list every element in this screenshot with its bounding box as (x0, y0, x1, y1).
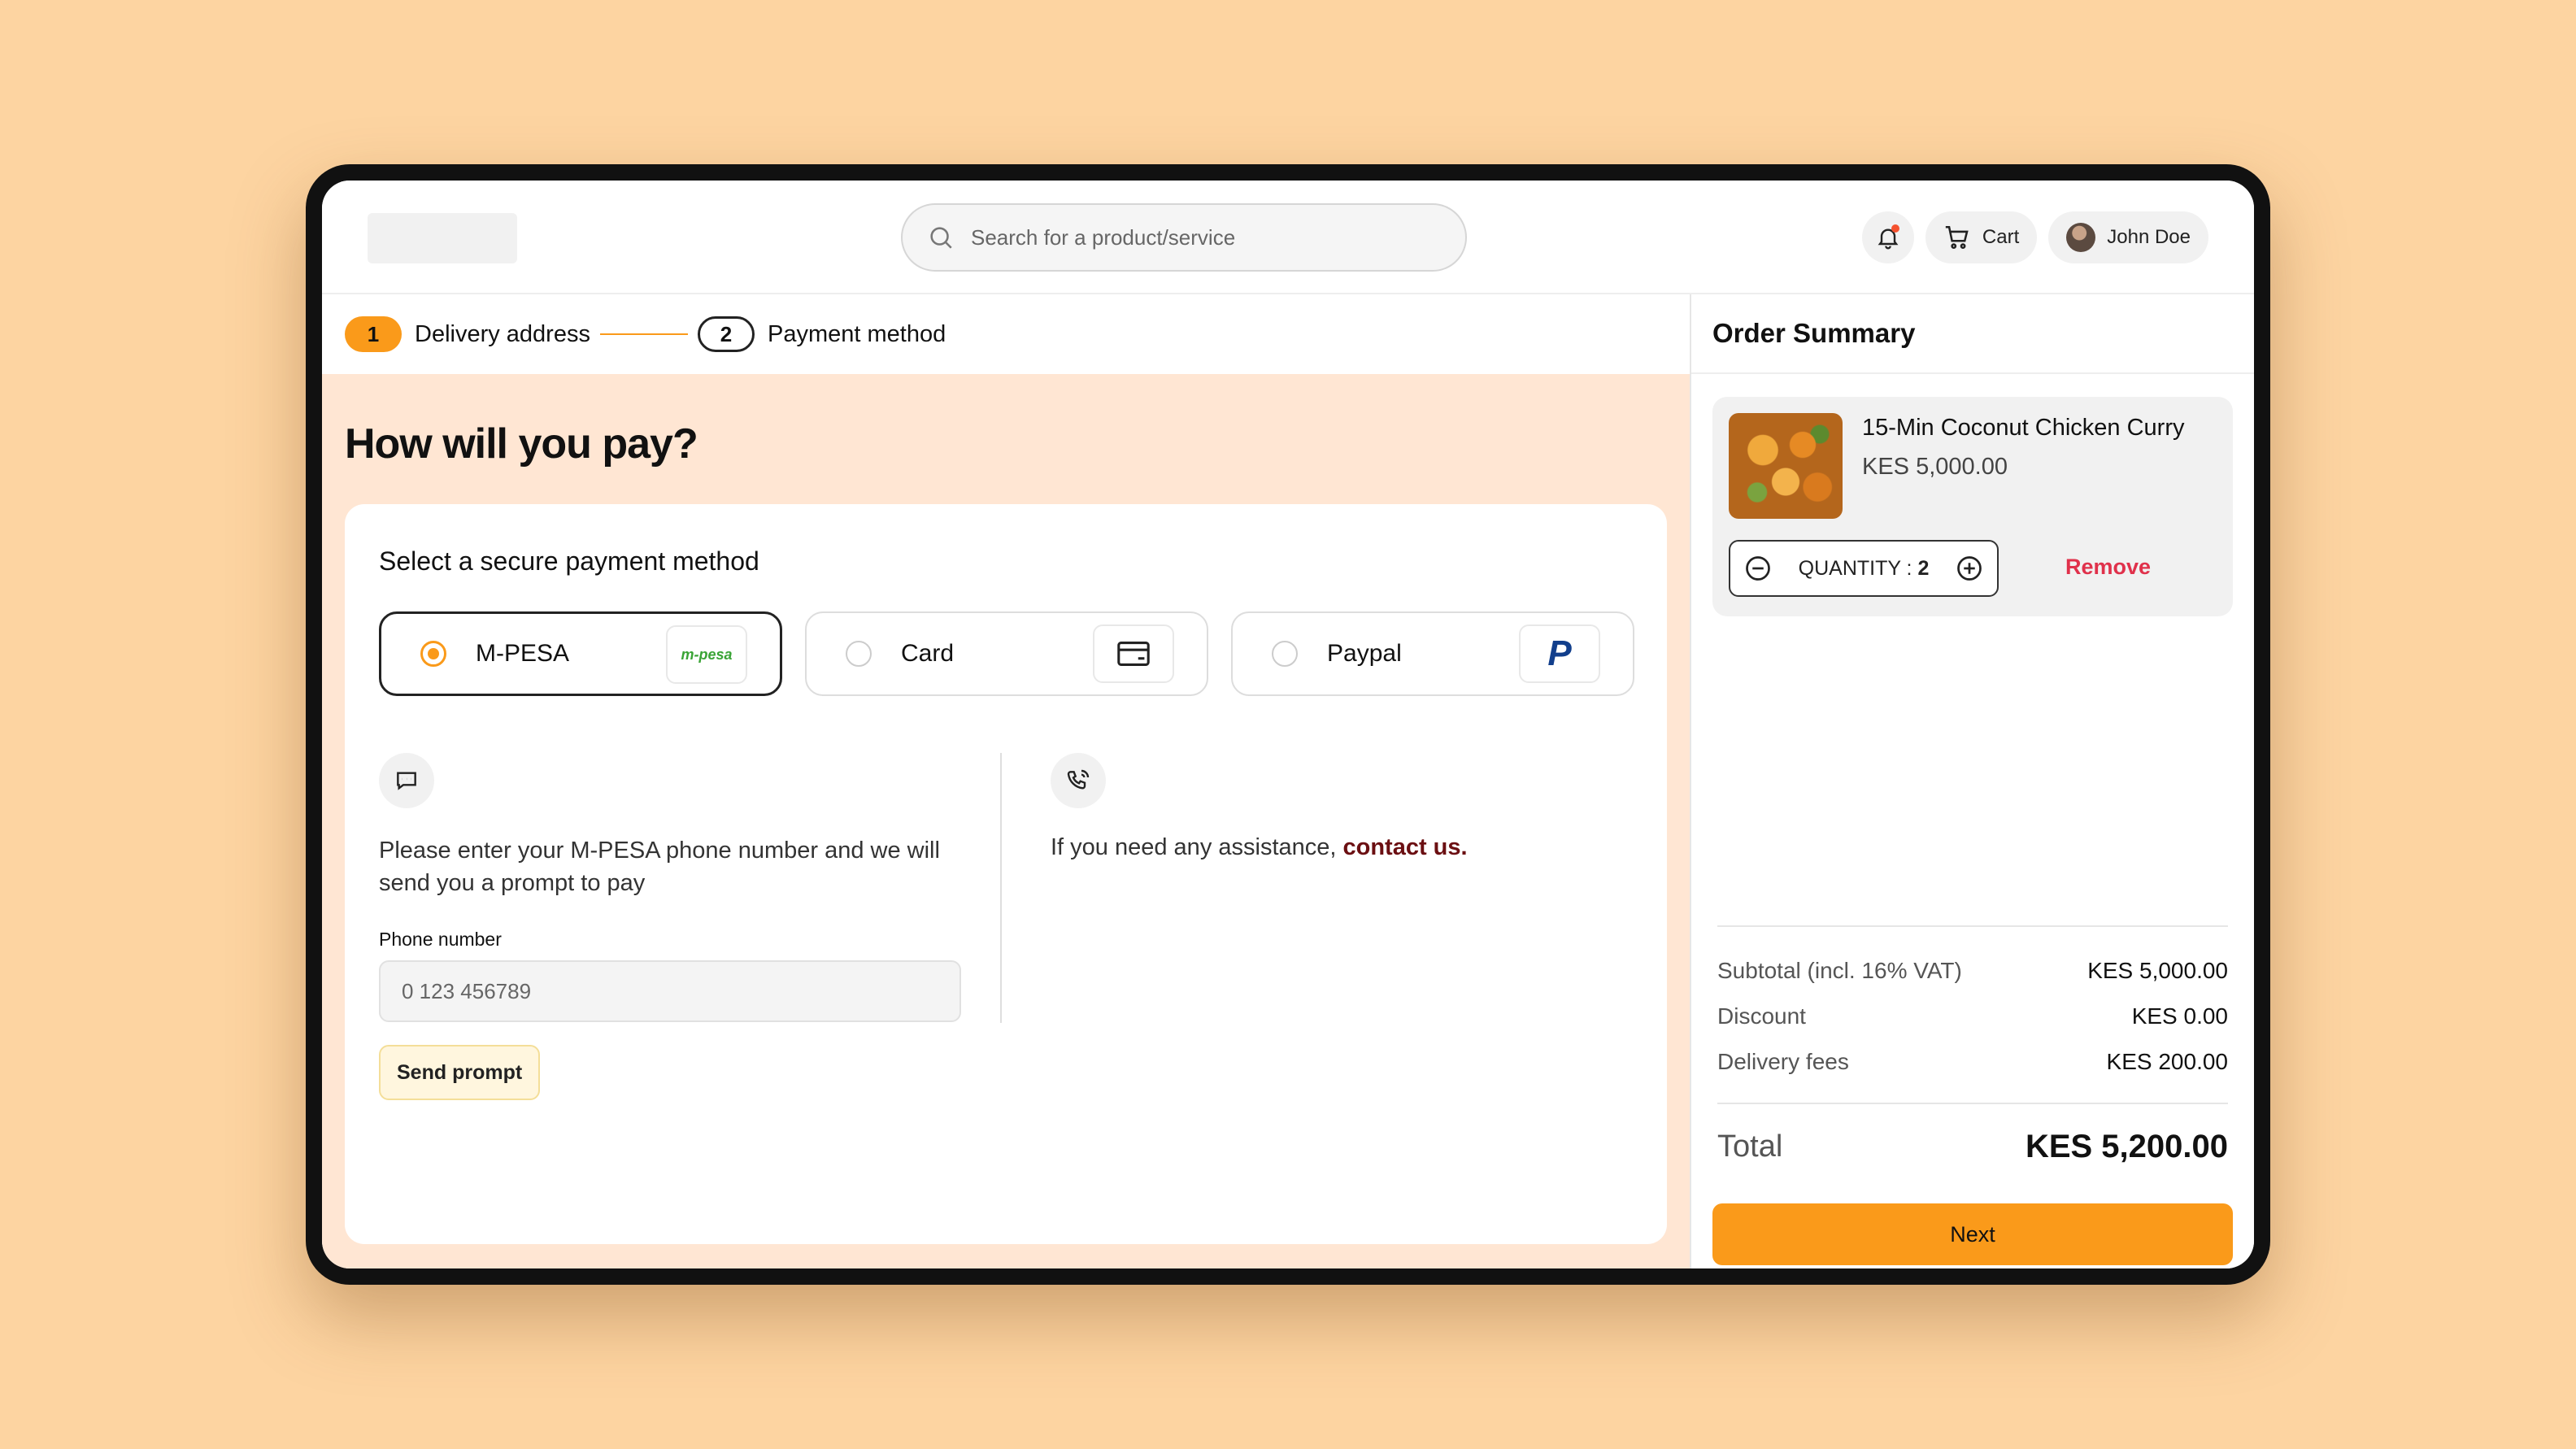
notifications-button[interactable] (1861, 211, 1914, 263)
page-title: How will you pay? (345, 420, 698, 468)
order-summary-panel: Order Summary 15-Min Coconut Chicken Cur… (1690, 294, 2254, 1268)
item-name: 15-Min Coconut Chicken Curry (1862, 415, 2185, 441)
delivery-fees-value: KES 200.00 (2106, 1049, 2228, 1074)
contact-us-link[interactable]: contact us. (1343, 834, 1468, 860)
card-icon (1117, 642, 1150, 666)
assistance-panel: If you need any assistance, contact us. (1051, 753, 1636, 861)
method-card[interactable]: Card (805, 611, 1208, 696)
cart-icon (1945, 225, 1969, 250)
quantity-label: QUANTITY : (1798, 556, 1918, 580)
radio-paypal[interactable] (1272, 641, 1298, 667)
top-header: Cart John Doe (322, 181, 2254, 294)
mpesa-instructions-panel: Please enter your M-PESA phone number an… (379, 753, 964, 1100)
user-name: John Doe (2107, 226, 2191, 248)
delivery-fees-label: Delivery fees (1717, 1049, 1849, 1074)
search-input[interactable] (971, 224, 1426, 250)
total-label: Total (1717, 1129, 1783, 1164)
search-bar[interactable] (901, 203, 1467, 272)
step-2-label[interactable]: Payment method (768, 321, 946, 348)
paypal-logo-icon: P (1547, 633, 1572, 673)
quantity-value: 2 (1917, 556, 1930, 580)
app-screen: Cart John Doe 1 Delivery address 2 Payme… (322, 181, 2254, 1268)
method-card-label: Card (901, 640, 955, 667)
step-connector (599, 333, 688, 335)
logo-placeholder (368, 213, 517, 263)
phone-number-input[interactable] (379, 960, 961, 1022)
cart-item: 15-Min Coconut Chicken Curry KES 5,000.0… (1712, 397, 2233, 616)
plus-icon[interactable] (1955, 554, 1984, 583)
radio-selected-dot (428, 648, 439, 659)
minus-icon[interactable] (1743, 554, 1773, 583)
phone-call-icon (1067, 769, 1090, 790)
card-logo (1093, 624, 1174, 683)
subtotal-row: Subtotal (incl. 16% VAT) KES 5,000.00 (1717, 948, 2228, 994)
totals-section: Subtotal (incl. 16% VAT) KES 5,000.00 Di… (1717, 925, 2228, 1189)
payment-area: How will you pay? Select a secure paymen… (322, 374, 1690, 1268)
checkout-stepper: 1 Delivery address 2 Payment method (322, 294, 1690, 374)
column-divider (1000, 753, 1002, 1023)
assistance-prefix: If you need any assistance, (1051, 834, 1343, 860)
search-icon (930, 227, 952, 249)
quantity-display: QUANTITY : 2 (1799, 557, 1930, 581)
user-menu-button[interactable]: John Doe (2048, 211, 2208, 263)
discount-value: KES 0.00 (2131, 1003, 2228, 1029)
method-mpesa-label: M-PESA (476, 640, 570, 667)
payment-methods: M-PESA m-pesa Card Paypal P (379, 611, 1634, 696)
radio-card[interactable] (846, 641, 872, 667)
mpesa-logo-text: m-pesa (681, 646, 733, 663)
total-value: KES 5,200.00 (2025, 1128, 2228, 1164)
phone-label: Phone number (379, 929, 502, 950)
message-icon-wrap (379, 753, 434, 808)
paypal-logo: P (1519, 624, 1600, 683)
device-frame: Cart John Doe 1 Delivery address 2 Payme… (306, 164, 2270, 1285)
payment-card: Select a secure payment method M-PESA m-… (345, 504, 1667, 1244)
mpesa-instructions: Please enter your M-PESA phone number an… (379, 838, 940, 896)
method-paypal-label: Paypal (1327, 640, 1402, 667)
item-price: KES 5,000.00 (1862, 454, 2008, 480)
send-prompt-button[interactable]: Send prompt (379, 1045, 541, 1100)
payment-subtitle: Select a secure payment method (379, 546, 759, 576)
subtotal-value: KES 5,000.00 (2087, 958, 2228, 983)
checkout-main: 1 Delivery address 2 Payment method How … (322, 294, 1690, 1268)
quantity-stepper: QUANTITY : 2 (1729, 540, 1999, 597)
total-row: Total KES 5,200.00 (1717, 1104, 2228, 1189)
discount-label: Discount (1717, 1003, 1806, 1029)
phone-icon-wrap (1051, 753, 1106, 808)
avatar (2066, 223, 2096, 252)
assistance-text: If you need any assistance, contact us. (1051, 834, 1636, 861)
method-mpesa[interactable]: M-PESA m-pesa (379, 611, 782, 696)
cart-label: Cart (1982, 226, 2020, 248)
remove-button[interactable]: Remove (2065, 555, 2151, 580)
radio-mpesa[interactable] (420, 641, 446, 667)
notification-dot (1891, 224, 1899, 233)
cart-button[interactable]: Cart (1925, 211, 2038, 263)
order-summary-title: Order Summary (1691, 294, 2254, 374)
step-1-label[interactable]: Delivery address (415, 321, 590, 348)
subtotal-label: Subtotal (incl. 16% VAT) (1717, 958, 1962, 983)
delivery-fees-row: Delivery fees KES 200.00 (1717, 1039, 2228, 1085)
mpesa-logo: m-pesa (666, 625, 747, 684)
divider (1717, 925, 2228, 927)
next-button[interactable]: Next (1712, 1203, 2233, 1265)
step-1-number[interactable]: 1 (345, 316, 402, 352)
step-2-number[interactable]: 2 (697, 316, 755, 352)
discount-row: Discount KES 0.00 (1717, 994, 2228, 1039)
item-image (1729, 413, 1843, 519)
message-icon (397, 772, 416, 790)
method-paypal[interactable]: Paypal P (1231, 611, 1634, 696)
